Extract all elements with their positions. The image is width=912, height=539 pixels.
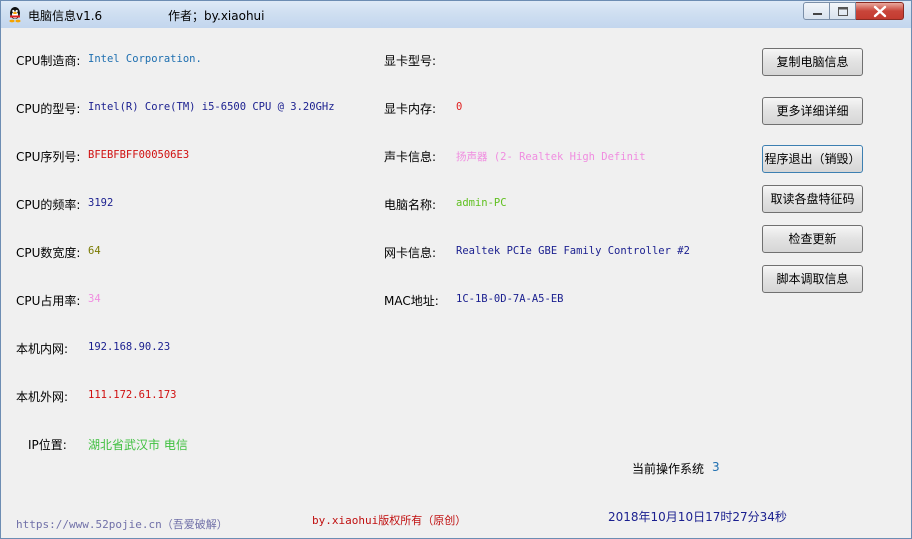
mac-address-value: 1C-1B-0D-7A-A5-EB: [456, 293, 564, 305]
cpu-model-value: Intel(R) Core(TM) i5-6500 CPU @ 3.20GHz: [88, 101, 335, 113]
cpu-frequency-label: CPU的频率:: [16, 198, 81, 212]
read-disk-signature-button[interactable]: 取读各盘特征码: [762, 185, 863, 213]
close-button[interactable]: [856, 2, 904, 20]
cpu-serial-label: CPU序列号:: [16, 150, 81, 164]
local-ip-label: 本机内网:: [16, 342, 69, 356]
public-ip-value: 111.172.61.173: [88, 389, 177, 401]
check-update-button[interactable]: 检查更新: [762, 225, 863, 253]
cpu-vendor-label: CPU制造商:: [16, 54, 81, 68]
gpu-memory-label: 显卡内存:: [384, 102, 437, 116]
minimize-icon: [813, 13, 822, 15]
public-ip-label: 本机外网:: [16, 390, 69, 404]
network-card-label: 网卡信息:: [384, 246, 437, 260]
close-icon: [873, 5, 887, 18]
ip-location-value: 湖北省武汉市 电信: [88, 438, 188, 452]
os-value: 3: [712, 460, 720, 474]
app-window: 电脑信息v1.6 作者；by.xiaohui CPU制造商: Intel Cor…: [0, 0, 912, 539]
gpu-memory-value: 0: [456, 101, 463, 113]
sound-card-value: 扬声器 (2- Realtek High Definit: [456, 151, 646, 163]
computer-name-label: 电脑名称:: [384, 198, 437, 212]
network-card-value: Realtek PCIe GBE Family Controller #2: [456, 245, 690, 257]
mac-address-label: MAC地址:: [384, 294, 439, 308]
cpu-width-label: CPU数宽度:: [16, 246, 81, 260]
copyright-label: by.xiaohui版权所有（原创）: [312, 514, 467, 527]
title-bar[interactable]: 电脑信息v1.6 作者；by.xiaohui: [1, 1, 911, 28]
cpu-serial-value: BFEBFBFF000506E3: [88, 149, 190, 161]
cpu-vendor-value: Intel Corporation.: [88, 53, 202, 65]
maximize-button[interactable]: [830, 2, 856, 20]
computer-name-value: admin-PC: [456, 197, 507, 209]
forum-link[interactable]: https://www.52pojie.cn（吾爱破解）: [16, 516, 228, 532]
cpu-width-value: 64: [88, 245, 101, 257]
exit-destroy-button[interactable]: 程序退出（销毁）: [762, 145, 863, 173]
sound-card-label: 声卡信息:: [384, 150, 437, 164]
cpu-model-label: CPU的型号:: [16, 102, 81, 116]
local-ip-value: 192.168.90.23: [88, 341, 171, 353]
copy-info-button[interactable]: 复制电脑信息: [762, 48, 863, 76]
minimize-button[interactable]: [803, 2, 830, 20]
os-label: 当前操作系统: [632, 462, 705, 476]
gpu-model-label: 显卡型号:: [384, 54, 437, 68]
ip-location-label: IP位置:: [28, 438, 67, 452]
author-label: 作者；by.xiaohui: [168, 9, 265, 23]
script-fetch-info-button[interactable]: 脚本调取信息: [762, 265, 863, 293]
window-title: 电脑信息v1.6: [28, 9, 103, 23]
qq-penguin-icon: [9, 7, 21, 23]
datetime-label: 2018年10月10日17时27分34秒: [608, 510, 787, 524]
cpu-frequency-value: 3192: [88, 197, 114, 209]
maximize-icon: [838, 7, 848, 16]
cpu-usage-value: 34: [88, 293, 101, 305]
cpu-usage-label: CPU占用率:: [16, 294, 81, 308]
more-details-button[interactable]: 更多详细详细: [762, 97, 863, 125]
